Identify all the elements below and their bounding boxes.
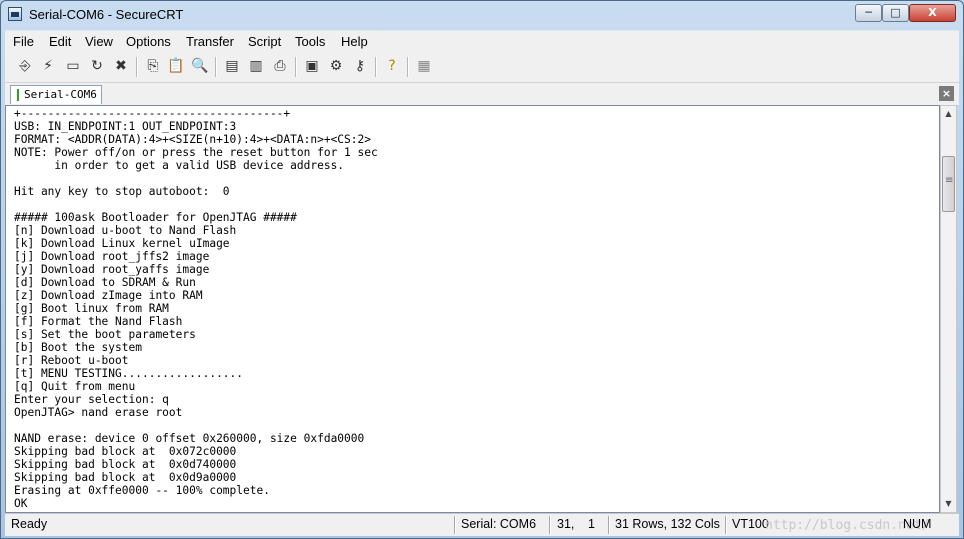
tab-label: Serial-COM6 [24, 88, 97, 101]
terminal-line: [f] Format the Nand Flash [14, 315, 183, 328]
menu-edit[interactable]: Edit [49, 34, 71, 49]
toolbar-separator [407, 57, 409, 77]
app-window: Serial-COM6 - SecureCRT ─ □ X File Edit … [0, 0, 964, 539]
reconnect-icon[interactable]: ↻ [88, 57, 106, 75]
connect-icon[interactable]: ⎆ [16, 57, 34, 75]
toolbar-separator [375, 57, 377, 77]
paste-icon[interactable]: 📋 [167, 57, 185, 75]
quick-connect-icon[interactable]: ⚡ [39, 57, 57, 75]
terminal-line: +---------------------------------------… [14, 107, 291, 120]
status-cursor-row: 31, [557, 517, 575, 531]
terminal-line: [q] Quit from menu [14, 380, 136, 393]
scroll-down-arrow-icon[interactable]: ▼ [941, 496, 956, 512]
terminal-line: [y] Download root_yaffs image [14, 263, 210, 276]
toolbar-separator [295, 57, 297, 77]
terminal-line: [g] Boot linux from RAM [14, 302, 169, 315]
toolbar-separator [136, 57, 138, 77]
print-screen-icon[interactable]: ▤ [223, 57, 241, 75]
terminal-line: OpenJTAG> nand erase root [14, 406, 183, 419]
terminal-line: [z] Download zImage into RAM [14, 289, 203, 302]
terminal-line: NOTE: Power off/on or press the reset bu… [14, 146, 378, 159]
status-connection: Serial: COM6 [461, 517, 537, 531]
vertical-scrollbar[interactable]: ▲ ▼ [940, 105, 957, 513]
session-options-icon[interactable]: ▣ [303, 57, 321, 75]
scroll-thumb[interactable] [942, 156, 955, 212]
help-icon[interactable]: ? [383, 57, 401, 75]
menu-bar: File Edit View Options Transfer Script T… [5, 30, 959, 53]
terminal-line: in order to get a valid USB device addre… [14, 159, 345, 172]
status-divider [454, 516, 456, 534]
status-divider [608, 516, 610, 534]
menu-tools[interactable]: Tools [295, 34, 325, 49]
status-emulation: VT100 [732, 517, 769, 531]
copy-icon[interactable]: ⎘ [144, 57, 162, 75]
close-button[interactable]: X [909, 4, 956, 22]
terminal-line: OK [14, 497, 28, 510]
terminal-line: NAND erase: device 0 offset 0x260000, si… [14, 432, 365, 445]
scroll-up-arrow-icon[interactable]: ▲ [941, 106, 956, 122]
terminal-line: Skipping bad block at 0x0d740000 [14, 458, 237, 471]
terminal-line: [k] Download Linux kernel uImage [14, 237, 230, 250]
status-divider [725, 516, 727, 534]
print-selection-icon[interactable]: ▥ [247, 57, 265, 75]
menu-transfer[interactable]: Transfer [186, 34, 234, 49]
status-numlock: NUM [903, 517, 932, 531]
menu-file[interactable]: File [13, 34, 34, 49]
sftp-icon[interactable]: ▦ [415, 57, 433, 75]
status-cursor-col: 1 [588, 517, 595, 531]
status-divider [549, 516, 551, 534]
status-bar: Ready Serial: COM6 31, 1 31 Rows, 132 Co… [5, 513, 959, 536]
global-options-icon[interactable]: ⚙ [327, 57, 345, 75]
print-icon[interactable]: ⎙ [271, 57, 289, 75]
terminal-line: [b] Boot the system [14, 341, 142, 354]
session-tab-bar: Serial-COM6 × [5, 83, 959, 105]
disconnect-icon[interactable]: ✖ [112, 57, 130, 75]
terminal-line: [t] MENU TESTING.................. [14, 367, 244, 380]
terminal-line: ##### 100ask Bootloader for OpenJTAG ###… [14, 211, 297, 224]
window-title: Serial-COM6 - SecureCRT [29, 7, 184, 22]
terminal-line: Skipping bad block at 0x072c0000 [14, 445, 237, 458]
title-bar[interactable]: Serial-COM6 - SecureCRT ─ □ X [1, 1, 963, 29]
connected-status-icon [17, 89, 19, 101]
terminal-line: [d] Download to SDRAM & Run [14, 276, 196, 289]
terminal-line: Erasing at 0xffe0000 -- 100% complete. [14, 484, 270, 497]
menu-script[interactable]: Script [248, 34, 281, 49]
find-icon[interactable]: 🔍 [191, 57, 209, 75]
securecrt-app-icon[interactable] [8, 7, 22, 21]
terminal-line: Enter your selection: q [14, 393, 169, 406]
terminal-line: [s] Set the boot parameters [14, 328, 196, 341]
minimize-button[interactable]: ─ [855, 4, 882, 22]
terminal-line: Skipping bad block at 0x0d9a0000 [14, 471, 237, 484]
terminal-line: Hit any key to stop autoboot: 0 [14, 185, 230, 198]
close-tab-icon[interactable]: × [939, 86, 954, 101]
status-ready: Ready [11, 517, 48, 531]
toolbar-separator [215, 57, 217, 77]
connect-tab-icon[interactable]: ▭ [64, 57, 82, 75]
menu-options[interactable]: Options [126, 34, 171, 49]
maximize-button[interactable]: □ [882, 4, 909, 22]
terminal-line: [j] Download root_jffs2 image [14, 250, 210, 263]
tab-serial-com6[interactable]: Serial-COM6 [10, 85, 102, 104]
terminal-line: [r] Reboot u-boot [14, 354, 129, 367]
terminal-line: FORMAT: <ADDR(DATA):4>+<SIZE(n+10):4>+<D… [14, 133, 371, 146]
menu-view[interactable]: View [85, 34, 113, 49]
terminal-line: USB: IN_ENDPOINT:1 OUT_ENDPOINT:3 [14, 120, 237, 133]
menu-help[interactable]: Help [341, 34, 368, 49]
terminal-screen[interactable]: +---------------------------------------… [5, 105, 940, 513]
toolbar: ⎆ ⚡ ▭ ↻ ✖ ⎘ 📋 🔍 ▤ ▥ ⎙ ▣ ⚙ ⚷ ? ▦ [5, 52, 959, 83]
terminal-line: [n] Download u-boot to Nand Flash [14, 224, 237, 237]
status-terminal-size: 31 Rows, 132 Cols [615, 517, 720, 531]
keymap-icon[interactable]: ⚷ [351, 57, 369, 75]
